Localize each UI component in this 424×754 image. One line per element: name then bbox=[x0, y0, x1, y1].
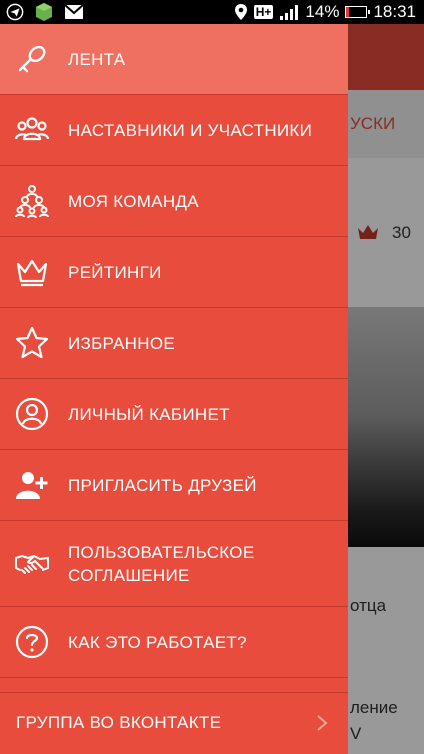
menu-item-label: МОЯ КОМАНДА bbox=[68, 191, 199, 211]
menu-item-user-agreement[interactable]: ПОЛЬЗОВАТЕЛЬСКОЕ СОГЛАШЕНИЕ bbox=[0, 521, 348, 607]
menu-item-label: ЛИЧНЫЙ КАБИНЕТ bbox=[68, 404, 230, 424]
menu-item-feed[interactable]: ЛЕНТА bbox=[0, 24, 348, 95]
star-icon bbox=[15, 326, 49, 359]
battery-icon bbox=[345, 6, 371, 18]
menu-item-label: КАК ЭТО РАБОТАЕТ? bbox=[68, 632, 247, 652]
handshake-icon bbox=[15, 554, 49, 574]
signal-icon bbox=[280, 5, 299, 20]
navigation-drawer: ЛЕНТА НАСТАВНИКИ И УЧАСТНИКИ МОЯ КОМАНДА… bbox=[0, 24, 348, 754]
menu-item-vk-group[interactable]: ГРУППА ВО ВКОНТАКТЕ bbox=[0, 692, 348, 752]
chevron-right-icon bbox=[317, 714, 328, 731]
gmail-icon bbox=[64, 4, 84, 19]
network-type: H+ bbox=[253, 5, 274, 19]
menu-item-label: ПОЛЬЗОВАТЕЛЬСКОЕ СОГЛАШЕНИЕ bbox=[68, 542, 255, 585]
add-user-icon bbox=[16, 472, 48, 499]
clock: 18:31 bbox=[373, 2, 416, 21]
menu-item-profile[interactable]: ЛИЧНЫЙ КАБИНЕТ bbox=[0, 379, 348, 450]
status-bar: H+ 14% 18:31 bbox=[0, 0, 424, 24]
crown-icon bbox=[16, 259, 48, 287]
location-icon bbox=[234, 4, 247, 20]
telegram-icon bbox=[6, 3, 24, 21]
menu-item-label: РЕЙТИНГИ bbox=[68, 262, 162, 282]
menu-item-label: ИЗБРАННОЕ bbox=[68, 333, 175, 353]
microphone-icon bbox=[18, 45, 46, 73]
menu-item-label: ЛЕНТА bbox=[68, 49, 126, 69]
menu-item-favorites[interactable]: ИЗБРАННОЕ bbox=[0, 308, 348, 379]
user-circle-icon bbox=[15, 397, 49, 431]
menu-item-invite-friends[interactable]: ПРИГЛАСИТЬ ДРУЗЕЙ bbox=[0, 450, 348, 521]
menu-item-ratings[interactable]: РЕЙТИНГИ bbox=[0, 237, 348, 308]
group-icon bbox=[14, 117, 50, 141]
menu-item-how-it-works[interactable]: КАК ЭТО РАБОТАЕТ? bbox=[0, 607, 348, 678]
menu-item-mentors[interactable]: НАСТАВНИКИ И УЧАСТНИКИ bbox=[0, 95, 348, 166]
app-cube-icon bbox=[36, 3, 52, 21]
menu-item-label: ГРУППА ВО ВКОНТАКТЕ bbox=[16, 713, 222, 732]
question-icon bbox=[15, 625, 49, 659]
menu-item-label: НАСТАВНИКИ И УЧАСТНИКИ bbox=[68, 120, 313, 140]
menu-item-label: ПРИГЛАСИТЬ ДРУЗЕЙ bbox=[68, 475, 257, 495]
team-icon bbox=[15, 185, 49, 219]
battery-percent: 14% bbox=[305, 2, 340, 21]
menu-item-my-team[interactable]: МОЯ КОМАНДА bbox=[0, 166, 348, 237]
